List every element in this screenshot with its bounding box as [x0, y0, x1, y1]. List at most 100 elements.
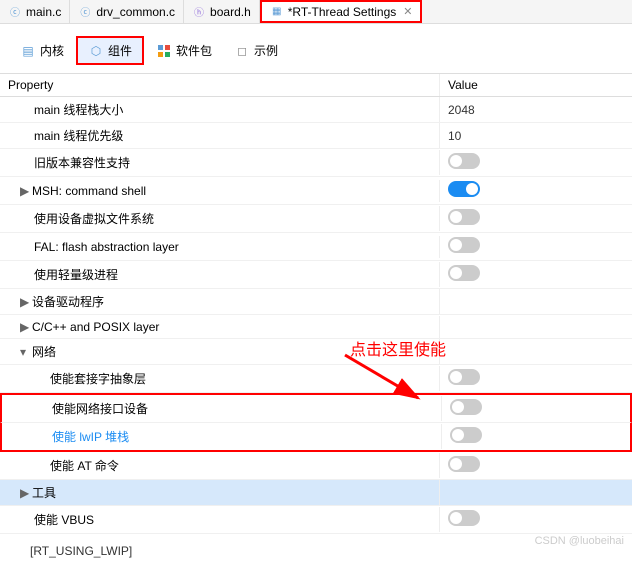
tab-main-c[interactable]: ⓒ main.c [0, 0, 70, 23]
table-header: Property Value [0, 74, 632, 97]
settings-sub-tabs: ▤ 内核 ⬡ 组件 软件包 ◻ 示例 [0, 24, 632, 73]
expander-icon[interactable]: ▾ [20, 345, 32, 359]
property-cell: main 线程优先级 [0, 123, 440, 148]
components-icon: ⬡ [88, 43, 104, 59]
value-cell [440, 298, 632, 306]
row-label: 设备驱动程序 [32, 295, 104, 309]
settings-icon: ▦ [270, 5, 284, 19]
table-row[interactable]: 使能 AT 命令 [0, 452, 632, 480]
sub-tab-label: 组件 [108, 42, 132, 59]
value-cell [440, 348, 632, 356]
value-cell [440, 233, 632, 260]
row-label: 使能网络接口设备 [52, 402, 148, 416]
packages-icon [156, 43, 172, 59]
row-label: main 线程栈大小 [34, 103, 123, 117]
value-cell [440, 177, 632, 204]
table-row[interactable]: 使能 lwIP 堆栈 [0, 423, 632, 452]
toggle-switch[interactable] [448, 237, 480, 253]
value-cell: 2048 [440, 99, 632, 121]
toggle-switch[interactable] [450, 399, 482, 415]
sub-tab-label: 软件包 [176, 42, 212, 59]
property-cell: 旧版本兼容性支持 [0, 150, 440, 175]
value-cell [440, 205, 632, 232]
toggle-switch[interactable] [450, 427, 482, 443]
table-row[interactable]: 使用轻量级进程 [0, 261, 632, 289]
property-cell: ▶设备驱动程序 [0, 289, 440, 314]
editor-tabs-bar: ⓒ main.c ⓒ drv_common.c ⓗ board.h ▦ *RT-… [0, 0, 632, 24]
row-label: 工具 [32, 486, 56, 500]
toggle-switch[interactable] [448, 369, 480, 385]
column-value: Value [440, 74, 632, 96]
expander-icon[interactable]: ▶ [20, 320, 32, 334]
tab-rt-thread-settings[interactable]: ▦ *RT-Thread Settings ✕ [260, 0, 423, 23]
value-cell [440, 506, 632, 533]
value-cell [440, 489, 632, 497]
value-text[interactable]: 2048 [448, 103, 475, 117]
toggle-switch[interactable] [448, 153, 480, 169]
expander-icon[interactable]: ▶ [20, 295, 32, 309]
property-cell: ▶C/C++ and POSIX layer [0, 316, 440, 338]
property-cell: main 线程栈大小 [0, 97, 440, 122]
table-row[interactable]: ▶C/C++ and POSIX layer [0, 315, 632, 339]
value-cell [440, 149, 632, 176]
row-label: MSH: command shell [32, 184, 146, 198]
expander-icon[interactable]: ▶ [20, 486, 32, 500]
tab-label: drv_common.c [96, 5, 175, 19]
sub-tab-label: 示例 [254, 42, 278, 59]
property-cell: 使用轻量级进程 [0, 262, 440, 287]
examples-icon: ◻ [234, 43, 250, 59]
table-row[interactable]: ▾网络 [0, 339, 632, 365]
property-cell: 使能 lwIP 堆栈 [2, 424, 442, 449]
value-cell [440, 323, 632, 331]
sub-tab-packages[interactable]: 软件包 [146, 36, 222, 65]
tab-label: board.h [210, 5, 251, 19]
sub-tab-examples[interactable]: ◻ 示例 [224, 36, 288, 65]
toggle-switch[interactable] [448, 456, 480, 472]
value-cell [442, 423, 630, 450]
value-text[interactable]: 10 [448, 129, 461, 143]
table-row[interactable]: ▶设备驱动程序 [0, 289, 632, 315]
table-row[interactable]: 使能 VBUS [0, 506, 632, 534]
sub-tab-label: 内核 [40, 42, 64, 59]
h-file-icon: ⓗ [192, 5, 206, 19]
tab-label: main.c [26, 5, 61, 19]
table-row[interactable]: 使能套接字抽象层 [0, 365, 632, 393]
watermark: CSDN @luobeihai [535, 535, 624, 547]
value-cell [442, 395, 630, 422]
table-row[interactable]: ▶工具 [0, 480, 632, 506]
table-row[interactable]: 使用设备虚拟文件系统 [0, 205, 632, 233]
row-label: 使能 AT 命令 [50, 459, 119, 473]
row-label: 网络 [32, 345, 56, 359]
property-cell: ▶MSH: command shell [0, 180, 440, 202]
table-row[interactable]: ▶MSH: command shell [0, 177, 632, 205]
row-label: 使能 VBUS [34, 513, 94, 527]
column-property: Property [0, 74, 440, 96]
toggle-switch[interactable] [448, 265, 480, 281]
property-cell: FAL: flash abstraction layer [0, 236, 440, 258]
tab-drv-common-c[interactable]: ⓒ drv_common.c [70, 0, 184, 23]
toggle-switch[interactable] [448, 181, 480, 197]
table-row[interactable]: FAL: flash abstraction layer [0, 233, 632, 261]
toggle-switch[interactable] [448, 510, 480, 526]
row-label: 使用设备虚拟文件系统 [34, 212, 154, 226]
sub-tab-kernel[interactable]: ▤ 内核 [10, 36, 74, 65]
value-cell [440, 261, 632, 288]
row-label: FAL: flash abstraction layer [34, 240, 179, 254]
table-row[interactable]: 旧版本兼容性支持 [0, 149, 632, 177]
expander-icon[interactable]: ▶ [20, 184, 32, 198]
property-cell: 使用设备虚拟文件系统 [0, 206, 440, 231]
value-cell [440, 452, 632, 479]
annotation-arrow [340, 350, 430, 410]
table-row[interactable]: 使能网络接口设备 [0, 393, 632, 423]
c-file-icon: ⓒ [8, 5, 22, 19]
close-icon[interactable]: ✕ [403, 5, 412, 18]
table-row[interactable]: main 线程优先级 10 [0, 123, 632, 149]
tab-board-h[interactable]: ⓗ board.h [184, 0, 260, 23]
row-label: C/C++ and POSIX layer [32, 320, 159, 334]
sub-tab-components[interactable]: ⬡ 组件 [76, 36, 144, 65]
value-cell: 10 [440, 125, 632, 147]
value-cell [440, 365, 632, 392]
row-label: 使用轻量级进程 [34, 268, 118, 282]
table-row[interactable]: main 线程栈大小 2048 [0, 97, 632, 123]
toggle-switch[interactable] [448, 209, 480, 225]
